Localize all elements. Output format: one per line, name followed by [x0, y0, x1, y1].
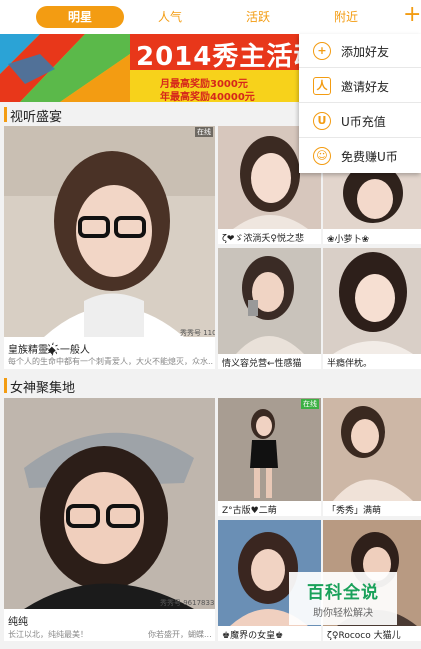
photo-watermark: 秀秀号 9617833	[160, 599, 215, 607]
online-badge: 在线	[195, 127, 213, 137]
section-accent-bar	[4, 378, 7, 393]
watermark-subtitle: 助你轻松解决	[313, 608, 373, 619]
profile-card-small[interactable]: 在线 Z°古版♥二萌	[218, 398, 321, 516]
smile-icon: ☺	[313, 147, 331, 165]
menu-item-label: 添加好友	[341, 45, 390, 59]
profile-name: ζ❤ゞ浓淌夭♀悦之悲	[222, 234, 305, 244]
profile-name: 情义容兑营←性感猫	[222, 359, 302, 369]
profile-card-small[interactable]: 半瘾伴枕。	[323, 248, 421, 369]
profile-photo	[218, 248, 321, 354]
plus-icon[interactable]: +	[403, 4, 421, 28]
photo-watermark: 秀秀号 1100	[180, 329, 215, 337]
menu-item-add-friend[interactable]: + 添加好友	[299, 34, 421, 68]
profile-name: 「秀秀」满萌	[327, 506, 382, 516]
section-title: 女神聚集地	[10, 381, 76, 396]
invite-friend-icon: 人	[313, 77, 331, 95]
profile-name: 半瘾伴枕。	[327, 359, 373, 369]
add-menu-dropdown: + 添加好友 人 邀请好友 U U币充值 ☺ 免费赚U币	[299, 34, 421, 173]
profile-photo	[323, 248, 421, 354]
profile-photo	[4, 126, 215, 337]
banner-title: 2014秀主活动	[136, 42, 302, 72]
tab-nearby[interactable]: 附近	[304, 6, 388, 28]
menu-item-label: 免费赚U币	[341, 150, 398, 164]
profile-signature: 每个人的生命中都有一个刺青爱人，大火不能熄灭，众水...	[8, 357, 213, 366]
profile-card-small[interactable]: 「秀秀」满萌	[323, 398, 421, 516]
site-watermark: 百科全说 助你轻松解决	[289, 572, 397, 625]
profile-photo	[323, 398, 421, 501]
section-title: 视听盛宴	[10, 110, 63, 125]
profile-signature: 长江以北，纯纯最美！	[8, 630, 88, 639]
banner-line-yearly: 年最高奖励40000元	[160, 92, 255, 102]
watermark-title: 百科全说	[307, 583, 379, 603]
menu-item-label: 邀请好友	[341, 80, 390, 94]
profile-name: 纯纯	[8, 617, 28, 628]
top-tab-bar: 明星 人气 活跃 附近 +	[0, 0, 421, 34]
promo-banner[interactable]: 2014秀主活动 月最高奖励3000元 年最高奖励40000元	[0, 34, 302, 102]
section-accent-bar	[4, 107, 7, 122]
section-header-goddess: 女神聚集地	[0, 374, 421, 396]
menu-item-recharge[interactable]: U U币充值	[299, 104, 421, 138]
tab-popularity[interactable]: 人气	[128, 6, 212, 28]
profile-card-large[interactable]: 在线 秀秀号 1100 皇族精靈◆҉一般人 每个人的生命中都有一个刺青爱人，大火…	[4, 126, 215, 369]
profile-card-small[interactable]: 情义容兑营←性感猫	[218, 248, 321, 369]
menu-item-earn-free[interactable]: ☺ 免费赚U币	[299, 139, 421, 173]
profile-name: ♚魔界の女皇♚	[222, 631, 284, 641]
profile-signature-2: 你若盛开，蝴蝶...	[148, 630, 212, 639]
profile-photo	[323, 173, 421, 229]
profile-photo	[4, 398, 215, 609]
profile-card-large[interactable]: 秀秀号 9617833 纯纯 长江以北，纯纯最美！ 你若盛开，蝴蝶...	[4, 398, 215, 641]
profile-name: 皇族精靈◆҉一般人	[8, 345, 90, 356]
menu-item-label: U币充值	[341, 115, 386, 129]
add-friend-icon: +	[313, 42, 331, 60]
profile-card-small[interactable]: ❀小萝卜❀	[323, 173, 421, 244]
profile-name: ζ♀Rococo 大猫儿	[327, 631, 401, 641]
profile-name: ❀小萝卜❀	[327, 235, 370, 244]
profile-photo	[218, 398, 321, 501]
tab-active[interactable]: 活跃	[216, 6, 300, 28]
u-coin-icon: U	[313, 112, 331, 130]
tab-stars[interactable]: 明星	[36, 6, 124, 28]
profile-name: Z°古版♥二萌	[222, 506, 277, 516]
menu-item-invite-friend[interactable]: 人 邀请好友	[299, 69, 421, 103]
online-badge: 在线	[301, 399, 319, 409]
